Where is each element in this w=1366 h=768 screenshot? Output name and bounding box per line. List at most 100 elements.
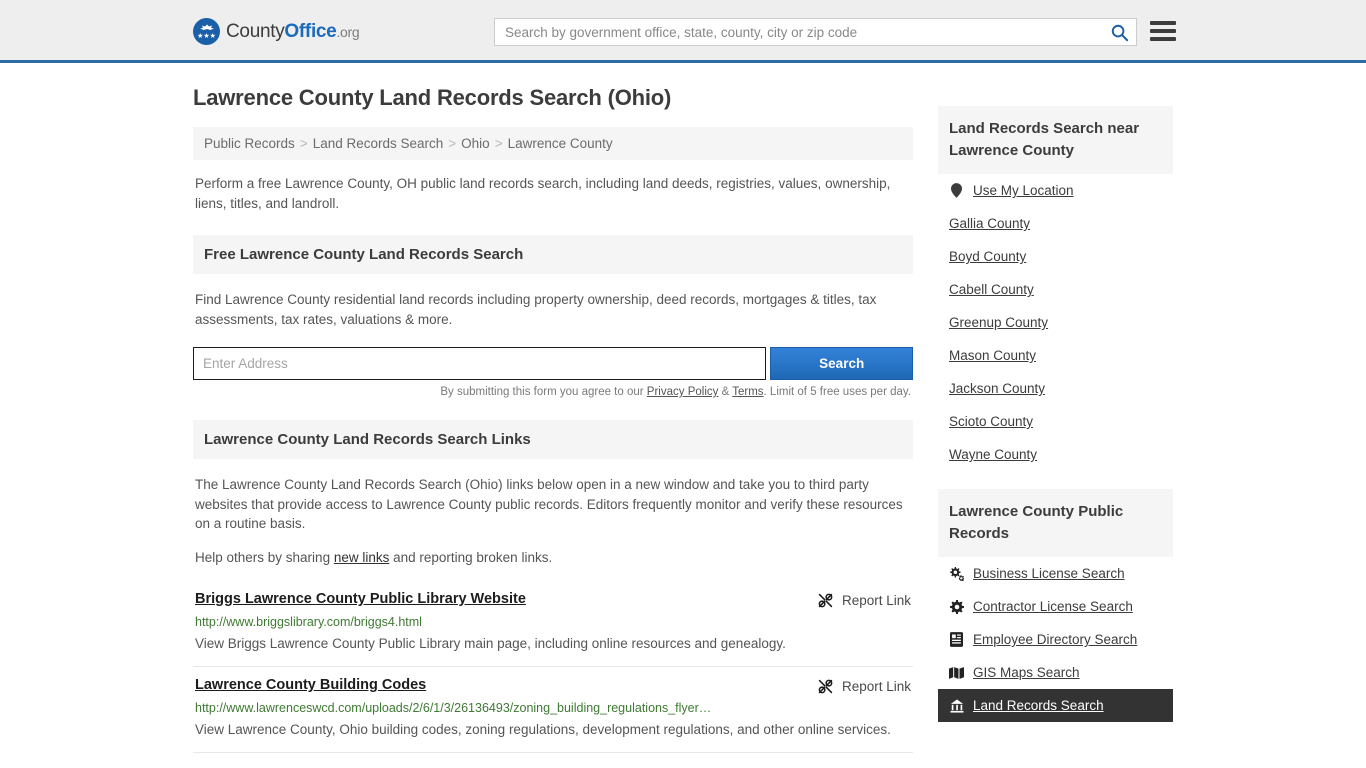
- eagle-seal-icon: ★★★: [193, 18, 220, 45]
- breadcrumb-item-lawrence-county[interactable]: Lawrence County: [508, 136, 613, 151]
- sidebar-item-employee-directory-search[interactable]: Employee Directory Search: [938, 623, 1173, 656]
- breadcrumb-item-public-records[interactable]: Public Records: [204, 136, 295, 151]
- address-search-form: Search: [193, 347, 913, 380]
- county-link[interactable]: Wayne County: [949, 447, 1037, 462]
- logo-text-office: Office: [284, 20, 337, 42]
- county-link[interactable]: Mason County: [949, 348, 1036, 363]
- sidebar-item-use-my-location[interactable]: Use My Location: [938, 174, 1173, 207]
- result-url: http://www.lawrenceswcd.com/uploads/2/6/…: [195, 701, 712, 715]
- content-container: Lawrence County Land Records Search (Ohi…: [193, 63, 1173, 753]
- sidebar-item-business-license-search[interactable]: Business License Search: [938, 557, 1173, 590]
- eagle-glyph: [199, 24, 214, 30]
- logo-text-org: .org: [336, 23, 360, 40]
- sidebar: Land Records Search near Lawrence County…: [938, 85, 1173, 753]
- landmark-icon: [949, 698, 964, 713]
- sidebar-item-contractor-license-search[interactable]: Contractor License Search: [938, 590, 1173, 623]
- map-pin-icon: [949, 183, 964, 198]
- public-record-link[interactable]: GIS Maps Search: [973, 665, 1080, 680]
- search-icon: [1111, 24, 1128, 41]
- result-description: View Briggs Lawrence County Public Libra…: [195, 636, 786, 651]
- logo-text: CountyOffice.org: [226, 20, 360, 42]
- sidebar-item-greenup-county[interactable]: Greenup County: [938, 306, 1173, 339]
- site-logo[interactable]: ★★★ CountyOffice.org: [193, 18, 360, 45]
- result-header: Briggs Lawrence County Public Library We…: [195, 591, 911, 609]
- sidebar-item-cabell-county[interactable]: Cabell County: [938, 273, 1173, 306]
- hamburger-bar: [1150, 21, 1176, 25]
- main-column: Lawrence County Land Records Search (Ohi…: [193, 85, 913, 753]
- result-item: Lawrence County Building Codes Report Li…: [193, 667, 913, 753]
- public-records-block: Lawrence County Public Records Business …: [938, 489, 1173, 722]
- privacy-policy-link[interactable]: Privacy Policy: [647, 386, 719, 398]
- county-link[interactable]: Boyd County: [949, 249, 1026, 264]
- hamburger-bar: [1150, 37, 1176, 41]
- broken-link-icon: [818, 593, 833, 608]
- breadcrumb-separator: >: [299, 136, 308, 151]
- terms-link[interactable]: Terms: [732, 386, 763, 398]
- form-disclaimer: By submitting this form you agree to our…: [193, 386, 913, 398]
- public-record-link[interactable]: Land Records Search: [973, 698, 1104, 713]
- public-records-list: Business License Search Contractor Licen…: [938, 557, 1173, 722]
- header-search-box[interactable]: [494, 18, 1137, 46]
- sidebar-item-scioto-county[interactable]: Scioto County: [938, 405, 1173, 438]
- breadcrumb-separator: >: [448, 136, 457, 151]
- sidebar-item-gis-maps-search[interactable]: GIS Maps Search: [938, 656, 1173, 689]
- new-links-link[interactable]: new links: [334, 550, 390, 565]
- breadcrumb: Public Records > Land Records Search > Ohio >…: [193, 127, 913, 160]
- nearby-counties-block: Land Records Search near Lawrence County…: [938, 106, 1173, 471]
- breadcrumb-item-land-records-search[interactable]: Land Records Search: [313, 136, 444, 151]
- use-my-location-link[interactable]: Use My Location: [973, 183, 1074, 198]
- public-record-link[interactable]: Business License Search: [973, 566, 1125, 581]
- page-body: Lawrence County Land Records Search (Ohi…: [0, 63, 1366, 753]
- report-link-label: Report Link: [841, 679, 911, 694]
- county-link[interactable]: Cabell County: [949, 282, 1034, 297]
- gear-icon: [949, 599, 964, 614]
- page-title: Lawrence County Land Records Search (Ohi…: [193, 85, 672, 110]
- nearby-counties-list: Use My Location Gallia County Boyd Count…: [938, 174, 1173, 471]
- sidebar-item-wayne-county[interactable]: Wayne County: [938, 438, 1173, 471]
- county-link[interactable]: Greenup County: [949, 315, 1048, 330]
- result-title-link[interactable]: Lawrence County Building Codes: [195, 677, 426, 693]
- broken-link-icon: [818, 679, 833, 694]
- hamburger-menu-icon[interactable]: [1150, 20, 1176, 42]
- result-header: Lawrence County Building Codes Report Li…: [195, 677, 911, 695]
- stars-glyph: ★★★: [197, 33, 216, 40]
- address-input[interactable]: [193, 347, 767, 380]
- help-suffix: and reporting broken links.: [389, 549, 553, 565]
- breadcrumb-item-ohio[interactable]: Ohio: [461, 136, 490, 151]
- site-header: ★★★ CountyOffice.org: [0, 0, 1366, 63]
- result-description: View Lawrence County, Ohio building code…: [195, 722, 891, 737]
- report-link-label: Report Link: [841, 593, 911, 608]
- page-intro-text: Perform a free Lawrence County, OH publi…: [195, 176, 891, 211]
- county-link[interactable]: Jackson County: [949, 381, 1045, 396]
- county-link[interactable]: Scioto County: [949, 414, 1033, 429]
- public-records-heading: Lawrence County Public Records: [938, 489, 1173, 557]
- address-search-button[interactable]: Search: [770, 347, 913, 380]
- nearby-counties-heading: Land Records Search near Lawrence County: [938, 106, 1173, 174]
- county-link[interactable]: Gallia County: [949, 216, 1030, 231]
- links-section-paragraph: The Lawrence County Land Records Search …: [195, 477, 903, 531]
- report-link-button[interactable]: Report Link: [817, 677, 911, 695]
- result-url: http://www.briggslibrary.com/briggs4.htm…: [195, 615, 422, 629]
- public-record-link[interactable]: Contractor License Search: [973, 599, 1133, 614]
- help-prefix: Help others by sharing: [195, 549, 334, 565]
- search-submit-button[interactable]: [1102, 19, 1136, 45]
- sidebar-item-jackson-county[interactable]: Jackson County: [938, 372, 1173, 405]
- sidebar-item-boyd-county[interactable]: Boyd County: [938, 240, 1173, 273]
- hamburger-bar: [1150, 29, 1176, 33]
- free-search-description: Find Lawrence County residential land re…: [195, 292, 877, 327]
- breadcrumb-separator: >: [494, 136, 503, 151]
- report-link-button[interactable]: Report Link: [817, 591, 911, 609]
- free-search-heading: Free Lawrence County Land Records Search: [193, 235, 913, 274]
- disclaimer-amp: &: [718, 386, 733, 398]
- links-section-help: Help others by sharing new links and rep…: [193, 548, 913, 568]
- sidebar-item-land-records-search[interactable]: Land Records Search: [938, 689, 1173, 722]
- sidebar-item-mason-county[interactable]: Mason County: [938, 339, 1173, 372]
- result-title-link[interactable]: Briggs Lawrence County Public Library We…: [195, 591, 526, 607]
- links-section-heading: Lawrence County Land Records Search Link…: [193, 420, 913, 459]
- id-card-icon: [949, 632, 964, 647]
- disclaimer-prefix: By submitting this form you agree to our: [440, 386, 647, 398]
- public-record-link[interactable]: Employee Directory Search: [973, 632, 1137, 647]
- search-input[interactable]: [495, 19, 1102, 45]
- cogs-icon: [949, 566, 964, 581]
- sidebar-item-gallia-county[interactable]: Gallia County: [938, 207, 1173, 240]
